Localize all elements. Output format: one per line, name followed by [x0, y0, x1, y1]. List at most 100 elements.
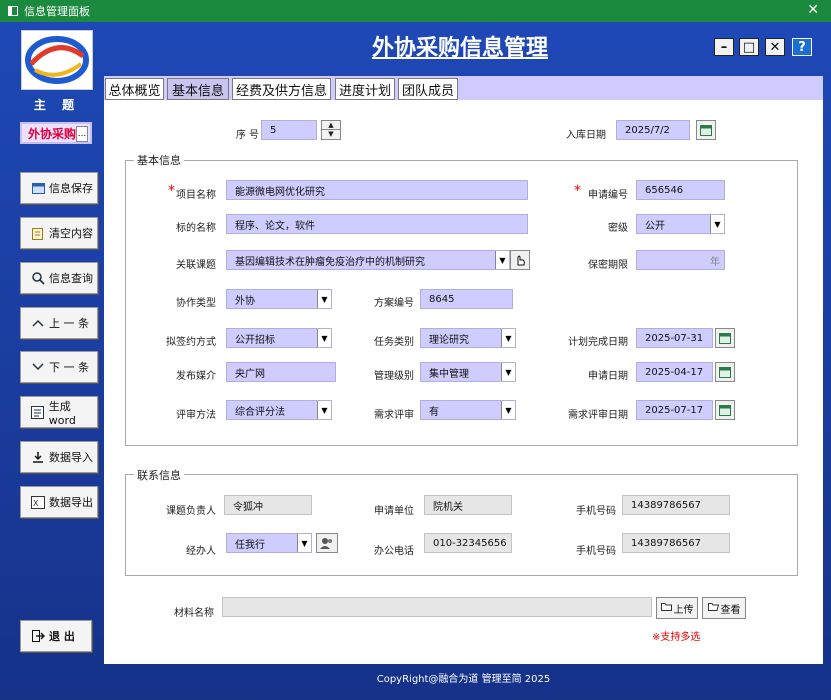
user-icon[interactable] [316, 533, 338, 553]
apply-no-input[interactable]: 656546 [636, 180, 725, 200]
view-button[interactable]: 查看 [702, 597, 746, 619]
phone1-label: 手机号码 [576, 506, 616, 517]
chevron-down-icon[interactable]: ▼ [495, 251, 509, 269]
office-phone-label: 办公电话 [374, 546, 414, 557]
app-window: 信息管理面板 ✕ 主 题 外协采购 ... 信息保存 清空内容 信息查询 上 一… [0, 0, 831, 700]
apply-date-input[interactable]: 2025-04-17 [636, 362, 713, 382]
window-title: 信息管理面板 [24, 5, 90, 18]
review-method-select[interactable]: 综合评分法 ▼ [226, 400, 332, 420]
basic-info-title: 基本信息 [134, 152, 184, 168]
calendar-icon[interactable] [715, 362, 735, 382]
task-type-value: 理论研究 [429, 334, 469, 346]
tab-funding[interactable]: 经费及供方信息 [232, 78, 331, 100]
exit-button[interactable]: 退 出 [20, 620, 92, 652]
apply-date-label: 申请日期 [588, 371, 628, 382]
leader-input[interactable]: 令狐冲 [224, 495, 312, 515]
media-input[interactable]: 央广网 [226, 362, 336, 382]
upload-label: 上传 [673, 604, 694, 616]
manage-level-select[interactable]: 集中管理 ▼ [420, 362, 516, 382]
tab-schedule[interactable]: 进度计划 [335, 78, 395, 100]
save-button[interactable]: 信息保存 [20, 172, 98, 204]
help-button[interactable]: ? [792, 38, 812, 56]
topic-value: 基因编辑技术在肿瘤免疫治疗中的机制研究 [235, 256, 425, 268]
chevron-down-icon[interactable]: ▼ [710, 215, 724, 233]
previous-label: 上 一 条 [49, 317, 89, 330]
theme-value: 外协采购 [28, 126, 77, 141]
chevron-down-icon[interactable]: ▼ [317, 290, 331, 308]
sign-method-select[interactable]: 公开招标 ▼ [226, 328, 332, 348]
minimize-button[interactable]: – [714, 38, 734, 56]
chevron-down-icon[interactable]: ▼ [501, 363, 515, 381]
plan-no-input[interactable]: 8645 [420, 289, 513, 309]
chevron-down-icon[interactable]: ▼ [501, 329, 515, 347]
previous-record-button[interactable]: 上 一 条 [20, 307, 98, 339]
secret-period-unit: 年 [710, 256, 720, 268]
upload-button[interactable]: 上传 [656, 597, 698, 619]
handler-label: 经办人 [186, 546, 216, 557]
chevron-up-icon [31, 316, 45, 330]
review-date-input[interactable]: 2025-07-17 [636, 400, 713, 420]
view-label: 查看 [720, 604, 741, 616]
next-record-button[interactable]: 下 一 条 [20, 351, 98, 383]
clear-label: 清空内容 [49, 227, 93, 240]
exit-label: 退 出 [49, 630, 75, 643]
pointer-hand-icon[interactable] [510, 250, 530, 270]
secret-period-label: 保密期限 [588, 260, 628, 271]
seq-input[interactable]: 5 [261, 120, 317, 140]
review-need-select[interactable]: 有 ▼ [420, 400, 516, 420]
entry-date-input[interactable]: 2025/7/2 [616, 120, 690, 140]
theme-selector[interactable]: 外协采购 ... [20, 122, 92, 144]
phone1-input[interactable]: 14389786567 [622, 495, 730, 515]
target-label: 标的名称 [176, 223, 216, 234]
contact-info-group [125, 474, 798, 576]
project-name-input[interactable]: 能源微电网优化研究 [226, 180, 528, 200]
topic-select[interactable]: 基因编辑技术在肿瘤免疫治疗中的机制研究 ▼ [226, 250, 510, 270]
import-button[interactable]: 数据导入 [20, 441, 98, 473]
entry-date-label: 入库日期 [566, 130, 606, 141]
generate-word-button[interactable]: 生成word [20, 396, 98, 428]
calendar-icon[interactable] [715, 400, 735, 420]
topic-label: 关联课题 [176, 260, 216, 271]
review-need-label: 需求评审 [374, 410, 414, 421]
coop-type-select[interactable]: 外协 ▼ [226, 289, 332, 309]
window-close-button[interactable]: ✕ [807, 2, 819, 18]
chevron-down-icon[interactable]: ▼ [317, 401, 331, 419]
export-label: 数据导出 [49, 496, 93, 509]
folder-open-icon [707, 602, 719, 614]
save-label: 信息保存 [49, 182, 93, 195]
coop-type-label: 协作类型 [176, 298, 216, 309]
phone2-input[interactable]: 14389786567 [622, 533, 730, 553]
query-button[interactable]: 信息查询 [20, 262, 98, 294]
unit-input[interactable]: 院机关 [424, 495, 512, 515]
tab-basic-info[interactable]: 基本信息 [167, 78, 229, 100]
material-input[interactable] [222, 597, 652, 617]
export-button[interactable]: X 数据导出 [20, 486, 98, 518]
word-label: 生成word [48, 399, 76, 427]
calendar-icon[interactable] [696, 120, 716, 140]
tab-team[interactable]: 团队成员 [398, 78, 458, 100]
chevron-down-icon[interactable]: ▼ [297, 534, 311, 552]
theme-label: 主 题 [33, 98, 81, 112]
media-label: 发布媒介 [176, 371, 216, 382]
secret-select[interactable]: 公开 ▼ [636, 214, 725, 234]
task-type-select[interactable]: 理论研究 ▼ [420, 328, 516, 348]
calendar-icon[interactable] [715, 328, 735, 348]
clear-button[interactable]: 清空内容 [20, 217, 98, 249]
secret-period-input[interactable]: 年 [636, 250, 725, 270]
plan-finish-input[interactable]: 2025-07-31 [636, 328, 713, 348]
leader-label: 课题负责人 [166, 506, 216, 517]
handler-select[interactable]: 任我行 ▼ [226, 533, 312, 553]
apply-no-label: 申请编号 [588, 190, 628, 201]
chevron-down-icon[interactable]: ▼ [317, 329, 331, 347]
close-button[interactable]: ✕ [765, 38, 785, 56]
chevron-down-icon[interactable]: ▼ [501, 401, 515, 419]
sign-method-label: 拟签约方式 [166, 337, 216, 348]
office-phone-input[interactable]: 010-32345656 [424, 533, 512, 553]
manage-level-label: 管理级别 [374, 371, 414, 382]
tab-overview[interactable]: 总体概览 [105, 78, 164, 100]
theme-more-button[interactable]: ... [76, 126, 88, 142]
maximize-button[interactable]: □ [739, 38, 759, 56]
seq-stepper[interactable]: ▲ ▼ [321, 120, 341, 140]
target-input[interactable]: 程序、论文，软件 [226, 214, 528, 234]
excel-icon: X [31, 495, 45, 509]
